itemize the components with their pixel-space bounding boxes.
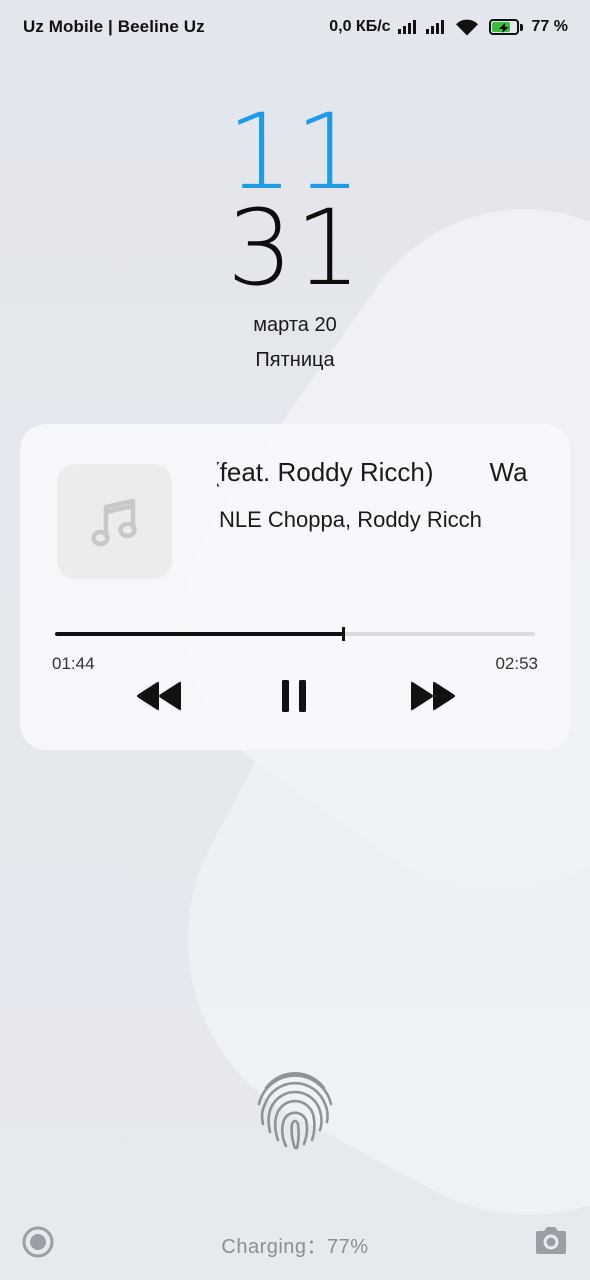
song-title-next: Wa [489,457,528,487]
song-title: (feat. Roddy Ricch) [217,457,434,487]
progress-thumb[interactable] [341,627,345,641]
total-time: 02:53 [495,654,538,673]
wifi-icon [455,19,478,36]
elapsed-time: 01:44 [52,654,95,673]
status-icons: 0,0 КБ/с 77 % [329,18,568,36]
network-speed: 0,0 КБ/с [329,18,391,35]
weekday-label: Пятница [255,349,335,371]
carrier-name: Uz Mobile | Beeline Uz [23,17,205,36]
song-title-marquee: (feat. Roddy Ricch) Wa [217,457,535,493]
date-label: марта 20 [253,314,337,336]
status-bar: Uz Mobile | Beeline Uz 0,0 КБ/с 77 % [0,0,590,54]
camera-icon[interactable] [533,1225,569,1257]
signal-2-icon [425,20,444,34]
previous-icon [137,681,181,711]
fingerprint-icon[interactable] [252,1066,338,1152]
battery-level [491,22,510,33]
next-button[interactable] [406,676,460,716]
signal-1-icon [397,20,416,34]
battery-percent: 77 % [531,18,568,35]
music-note-icon [90,498,137,546]
charging-status: Charging：77% [221,1236,369,1258]
progress-fill [55,632,343,636]
progress-bar[interactable] [55,627,535,641]
album-art[interactable] [57,464,172,579]
pause-icon [282,680,306,712]
song-artist: NLE Choppa, Roddy Ricch [219,507,482,532]
clock-minute: 31 [226,187,364,309]
battery-charging-icon [488,19,523,35]
pause-button[interactable] [274,676,314,716]
music-player-card[interactable]: (feat. Roddy Ricch) Wa NLE Choppa, Roddy … [20,424,570,750]
previous-button[interactable] [132,676,186,716]
lock-screen: Uz Mobile | Beeline Uz 0,0 КБ/с 77 % 11 … [0,0,590,1280]
next-icon [411,681,455,711]
